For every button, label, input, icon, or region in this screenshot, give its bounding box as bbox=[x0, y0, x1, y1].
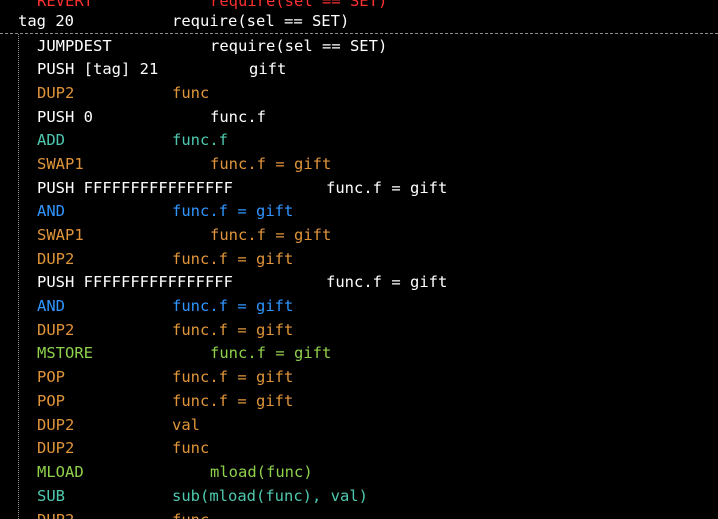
listing-row: DUP2 func bbox=[0, 81, 718, 105]
source-snippet: func.f = gift bbox=[172, 297, 294, 315]
source-snippet: func.f bbox=[210, 108, 266, 126]
opcode: DUP2 bbox=[37, 439, 75, 457]
source-snippet: func.f = gift bbox=[210, 344, 332, 362]
opcode: ADD bbox=[37, 131, 65, 149]
opcode: PUSH 0 bbox=[37, 108, 93, 126]
opcode: POP bbox=[37, 392, 65, 410]
listing-row-tag: tag 20 require(sel == SET) bbox=[0, 9, 718, 33]
listing-row: SWAP1 func.f = gift bbox=[0, 223, 718, 247]
source-snippet: func bbox=[172, 508, 209, 519]
listing-row: JUMPDEST require(sel == SET) bbox=[0, 34, 718, 58]
listing-row: ADD func.f bbox=[0, 128, 718, 152]
opcode: SUB bbox=[37, 487, 65, 505]
opcode: PUSH [tag] 21 bbox=[37, 60, 159, 78]
listing-row: PUSH FFFFFFFFFFFFFFFF func.f = gift bbox=[0, 270, 718, 294]
listing-row: DUP2 func.f = gift bbox=[0, 318, 718, 342]
opcode: DUP2 bbox=[37, 84, 75, 102]
opcode: AND bbox=[37, 202, 65, 220]
listing-row: AND func.f = gift bbox=[0, 199, 718, 223]
listing-row: MSTORE func.f = gift bbox=[0, 341, 718, 365]
listing-row: DUP2 func bbox=[0, 436, 718, 460]
listing-row: SWAP1 func.f = gift bbox=[0, 152, 718, 176]
opcode: DUP2 bbox=[37, 416, 75, 434]
opcode: MLOAD bbox=[37, 463, 84, 481]
listing-row: POP func.f = gift bbox=[0, 365, 718, 389]
listing-row: PUSH 0 func.f bbox=[0, 105, 718, 129]
source-snippet: sub(mload(func), val) bbox=[172, 487, 368, 505]
source-snippet: func.f bbox=[172, 131, 228, 149]
listing-row: AND func.f = gift bbox=[0, 294, 718, 318]
source-snippet: func.f = gift bbox=[210, 226, 332, 244]
source-snippet: func.f = gift bbox=[172, 368, 294, 386]
source-snippet: func.f = gift bbox=[172, 202, 294, 220]
source-snippet: func.f = gift bbox=[172, 250, 294, 268]
opcode: PUSH FFFFFFFFFFFFFFFF bbox=[37, 179, 233, 197]
opcode: AND bbox=[37, 297, 65, 315]
opcode: SWAP1 bbox=[37, 155, 84, 173]
source-snippet: func.f = gift bbox=[210, 155, 332, 173]
assembly-listing-view[interactable]: REVERT require(sel == SET) tag 20 requir… bbox=[0, 0, 718, 519]
listing-row: PUSH [tag] 21 gift bbox=[0, 57, 718, 81]
source-snippet: func.f = gift bbox=[172, 392, 294, 410]
source-snippet: val bbox=[172, 416, 200, 434]
listing-row: PUSH FFFFFFFFFFFFFFFF func.f = gift bbox=[0, 176, 718, 200]
opcode: SWAP1 bbox=[37, 226, 84, 244]
source-snippet: gift bbox=[249, 60, 287, 78]
listing-row: SUB sub(mload(func), val) bbox=[0, 484, 718, 508]
listing-row: DUP2 func.f = gift bbox=[0, 247, 718, 271]
opcode: POP bbox=[37, 368, 65, 386]
source-snippet: func bbox=[172, 439, 210, 457]
opcode: JUMPDEST bbox=[37, 37, 112, 55]
opcode: MSTORE bbox=[37, 344, 93, 362]
tag-label: tag 20 bbox=[18, 12, 74, 30]
source-snippet: require(sel == SET) bbox=[172, 12, 350, 30]
opcode: PUSH FFFFFFFFFFFFFFFF bbox=[37, 273, 233, 291]
opcode: DUP2 bbox=[37, 250, 75, 268]
source-snippet: func.f = gift bbox=[172, 321, 294, 339]
listing-row: DUP2 val bbox=[0, 413, 718, 437]
opcode: DUP2 bbox=[37, 321, 75, 339]
source-snippet: require(sel == SET) bbox=[210, 37, 388, 55]
opcode: DUP2 bbox=[37, 508, 74, 519]
listing-row: DUP2 func bbox=[0, 508, 718, 519]
source-snippet: func.f = gift bbox=[326, 179, 448, 197]
listing-row: MLOAD mload(func) bbox=[0, 460, 718, 484]
source-snippet: func.f = gift bbox=[326, 273, 448, 291]
source-snippet: func bbox=[172, 84, 210, 102]
listing-row: POP func.f = gift bbox=[0, 389, 718, 413]
source-snippet: mload(func) bbox=[210, 463, 313, 481]
